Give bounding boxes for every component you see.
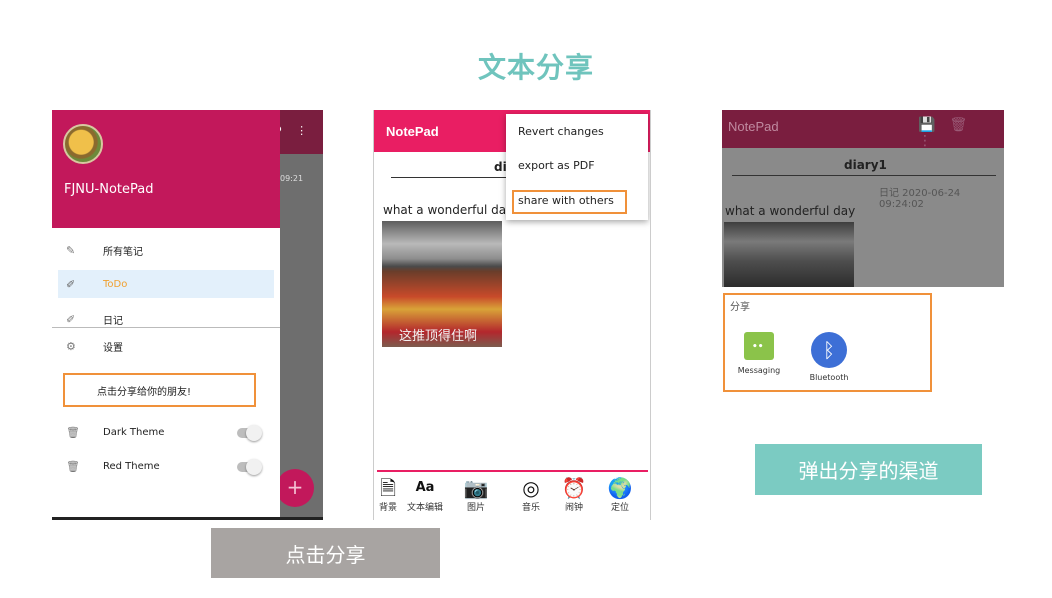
overflow-menu-icon[interactable]: ⋮ bbox=[296, 124, 321, 137]
avatar[interactable] bbox=[63, 124, 103, 164]
drawer-item-diary[interactable]: ✐ 日记 bbox=[58, 305, 274, 333]
toolbar-label: 背景 bbox=[378, 503, 397, 513]
drawer-item-label: ToDo bbox=[103, 278, 128, 290]
gear-icon: ⚙ bbox=[66, 339, 76, 353]
share-app-messaging[interactable]: •• Messaging bbox=[729, 326, 789, 375]
editor-screenshot: NotePad di what a wonderful day 这推顶得住啊 R… bbox=[373, 110, 651, 520]
toolbar-label: 文本编辑 bbox=[406, 503, 443, 513]
overflow-menu: Revert changes export as PDF share with … bbox=[506, 114, 648, 220]
menu-item-share[interactable]: share with others bbox=[518, 194, 614, 207]
red-theme-toggle[interactable] bbox=[237, 459, 262, 475]
title-underline bbox=[732, 175, 996, 176]
drawer-header: FJNU-NotePad bbox=[52, 110, 280, 228]
toolbar-label: 音乐 bbox=[521, 503, 540, 513]
note-title[interactable]: di bbox=[494, 160, 507, 174]
drawer-item-all-notes[interactable]: ✎ 所有笔记 bbox=[58, 236, 274, 264]
drawer-item-label: 所有笔记 bbox=[103, 246, 143, 258]
font-icon: Aa bbox=[415, 480, 435, 495]
toolbar-location-button[interactable]: 🌍 定位 bbox=[600, 476, 640, 513]
drawer-item-settings[interactable]: ⚙ 设置 bbox=[58, 332, 274, 360]
note-body[interactable]: what a wonderful day bbox=[383, 203, 513, 217]
share-sheet: 分享 •• Messaging ᛒ Bluetooth bbox=[723, 293, 932, 392]
toolbar-label: 闹钟 bbox=[564, 503, 583, 513]
drawer-screenshot: ⚲⋮ 09:21 + FJNU-NotePad ✎ 所有笔记 ✐ ToDo ✐ … bbox=[52, 110, 323, 520]
share-screenshot: NotePad 💾🗑⋮ diary1 日记 2020-06-24 09:24:0… bbox=[722, 110, 1004, 287]
toolbar-image-button[interactable]: 📷 图片 bbox=[456, 476, 496, 513]
drawer-item-label: 日记 bbox=[103, 315, 123, 327]
app-title: NotePad bbox=[386, 124, 439, 139]
share-with-friends-button[interactable]: 点击分享给你的朋友! bbox=[63, 373, 256, 407]
app-title: NotePad bbox=[728, 119, 779, 134]
drawer-item-label: Dark Theme bbox=[103, 426, 165, 438]
dark-theme-toggle[interactable] bbox=[237, 425, 262, 441]
navigation-drawer: FJNU-NotePad ✎ 所有笔记 ✐ ToDo ✐ 日记 ⚙ 设置 点击分… bbox=[52, 110, 280, 520]
caption-click-share: 点击分享 bbox=[211, 528, 440, 578]
drawer-item-label: Red Theme bbox=[103, 460, 160, 472]
pencil-icon: ✐ bbox=[66, 312, 76, 326]
disc-icon: ◎ bbox=[522, 476, 540, 500]
trash-icon: 🗑 bbox=[66, 425, 80, 439]
edit-note-icon: ✎ bbox=[66, 243, 76, 257]
menu-item-revert[interactable]: Revert changes bbox=[518, 125, 604, 138]
trash-icon[interactable]: 🗑 bbox=[949, 117, 981, 133]
alarm-clock-icon: ⏰ bbox=[561, 476, 587, 500]
toolbar-label: 图片 bbox=[466, 503, 485, 513]
drawer-item-label: 设置 bbox=[103, 342, 123, 354]
background-app bbox=[280, 110, 323, 520]
overflow-menu-icon[interactable]: ⋮ bbox=[918, 133, 946, 149]
note-title: diary1 bbox=[844, 158, 887, 172]
pencil-icon: ✐ bbox=[66, 277, 76, 291]
screen-bottom-edge bbox=[52, 517, 323, 520]
trash-icon: 🗑 bbox=[66, 459, 80, 473]
bluetooth-icon: ᛒ bbox=[811, 332, 847, 368]
divider bbox=[52, 327, 280, 328]
toolbar-text-edit-button[interactable]: Aa 文本编辑 bbox=[405, 476, 445, 513]
background-note-time: 09:21 bbox=[280, 174, 304, 183]
share-app-label: Messaging bbox=[737, 366, 781, 375]
note-body: what a wonderful day bbox=[725, 204, 856, 218]
document-icon: 🗎 bbox=[379, 476, 397, 500]
note-date: 日记 2020-06-24 09:24:02 bbox=[879, 188, 961, 210]
toolbar-divider bbox=[377, 470, 648, 472]
background-toolbar-icons: ⚲⋮ bbox=[274, 124, 321, 137]
globe-icon: 🌍 bbox=[607, 476, 633, 500]
share-app-label: Bluetooth bbox=[809, 373, 849, 382]
share-sheet-title: 分享 bbox=[730, 302, 750, 313]
user-name: FJNU-NotePad bbox=[64, 182, 154, 197]
toolbar-icons: 💾🗑⋮ bbox=[918, 117, 1004, 149]
note-image[interactable]: 这推顶得住啊 bbox=[382, 221, 502, 347]
toolbar-alarm-button[interactable]: ⏰ 闹钟 bbox=[554, 476, 594, 513]
save-icon[interactable]: 💾 bbox=[918, 117, 949, 133]
toolbar-background-button[interactable]: 🗎 背景 bbox=[374, 476, 408, 513]
messaging-icon: •• bbox=[744, 326, 776, 360]
caption-popup-channels: 弹出分享的渠道 bbox=[755, 444, 982, 495]
menu-item-export-pdf[interactable]: export as PDF bbox=[518, 159, 595, 172]
share-app-bluetooth[interactable]: ᛒ Bluetooth bbox=[799, 332, 859, 382]
image-caption: 这推顶得住啊 bbox=[399, 329, 478, 344]
slide-title: 文本分享 bbox=[477, 51, 594, 84]
add-note-fab[interactable]: + bbox=[276, 469, 314, 507]
note-image bbox=[724, 222, 854, 287]
drawer-item-todo[interactable]: ✐ ToDo bbox=[58, 270, 274, 298]
toolbar-label: 定位 bbox=[610, 503, 629, 513]
camera-icon: 📷 bbox=[463, 476, 489, 500]
toolbar-music-button[interactable]: ◎ 音乐 bbox=[511, 476, 551, 513]
